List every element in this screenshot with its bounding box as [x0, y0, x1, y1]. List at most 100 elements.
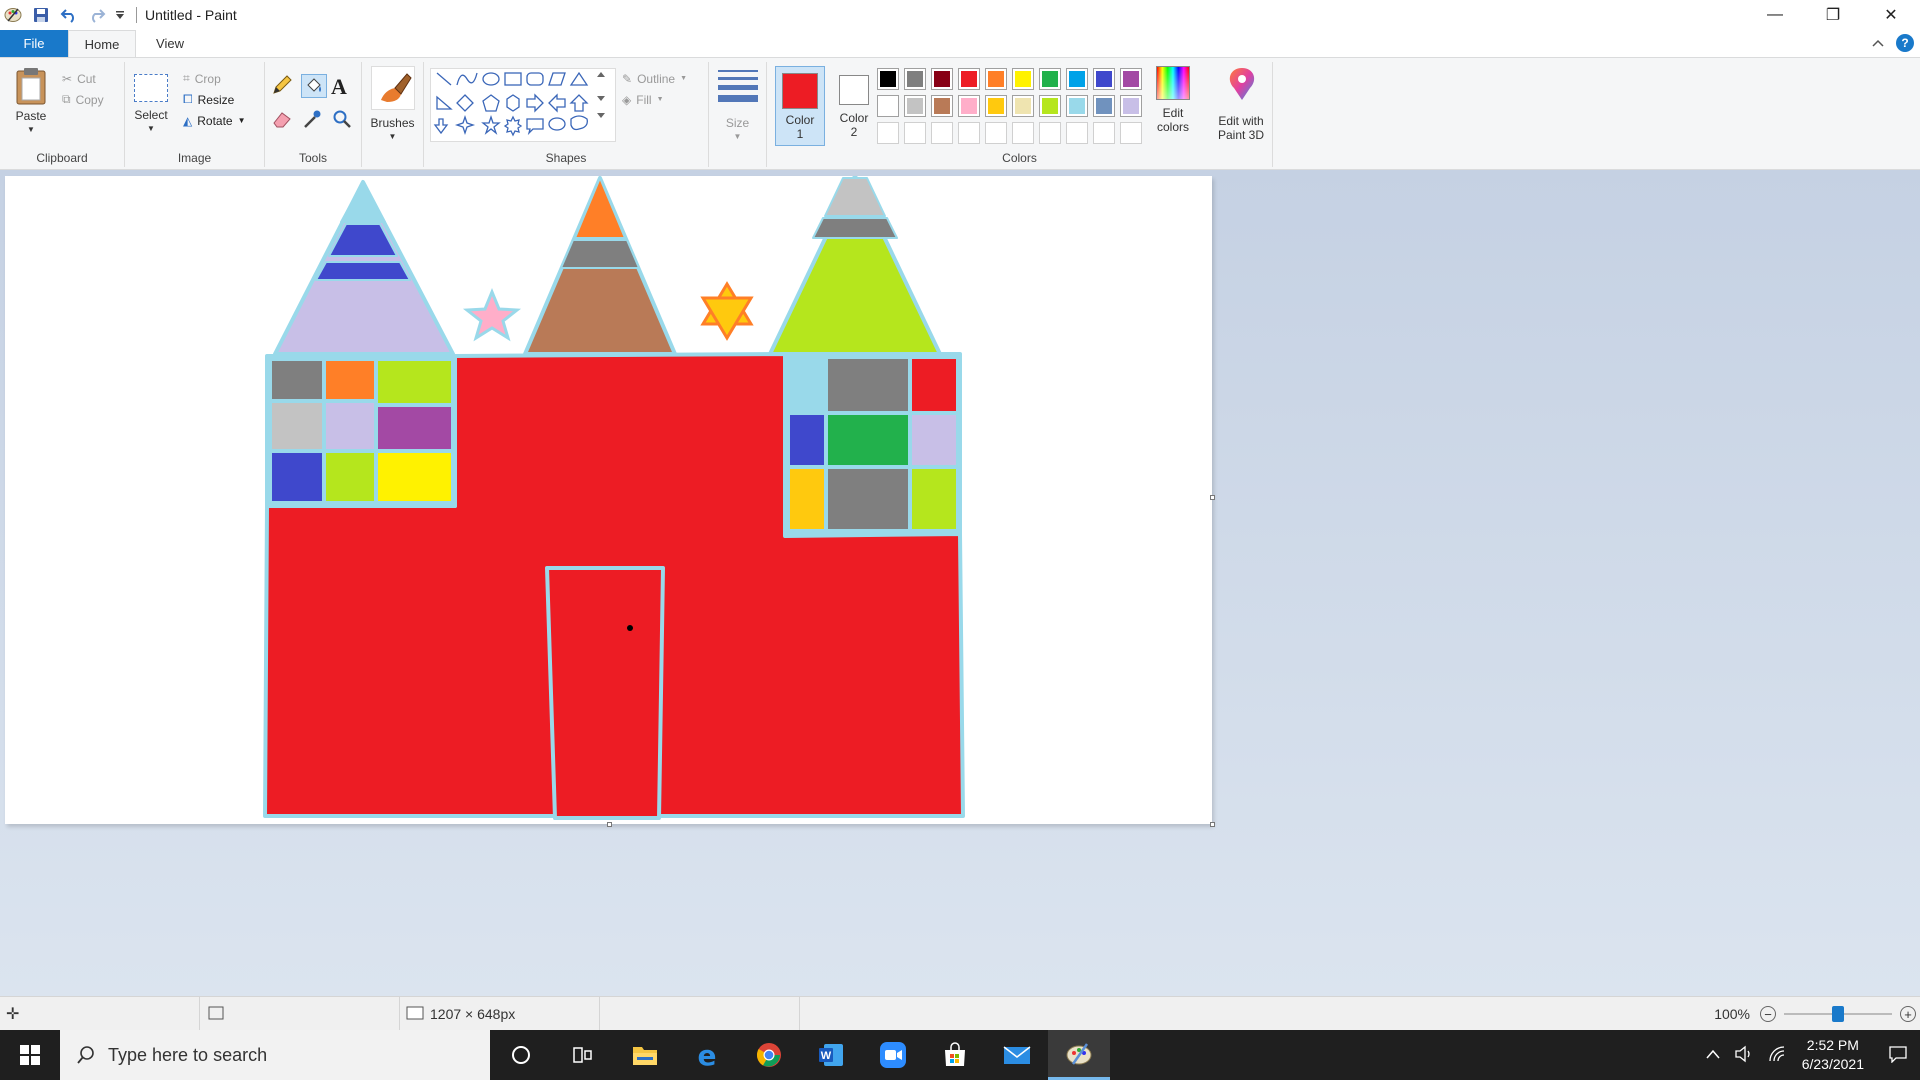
- word-icon[interactable]: W: [800, 1030, 862, 1080]
- shapes-gallery-icons[interactable]: [431, 69, 617, 143]
- palette-swatch[interactable]: [958, 68, 980, 90]
- taskbar-search-box[interactable]: Type here to search: [60, 1030, 490, 1080]
- palette-swatch[interactable]: [931, 68, 953, 90]
- ribbon: Paste ▼ ✂ Cut ⧉ Copy Clipboard Select ▼ …: [0, 57, 1920, 170]
- palette-swatch[interactable]: [1039, 122, 1061, 144]
- zoom-app-icon[interactable]: [862, 1030, 924, 1080]
- svg-text:W: W: [821, 1050, 832, 1062]
- volume-icon[interactable]: [1734, 1045, 1754, 1066]
- palette-swatch[interactable]: [1120, 95, 1142, 117]
- paste-dropdown-icon[interactable]: ▼: [8, 123, 54, 137]
- palette-swatch[interactable]: [958, 95, 980, 117]
- color-picker-icon[interactable]: [301, 108, 329, 133]
- fill-bucket-icon[interactable]: [301, 74, 327, 98]
- pencil-icon[interactable]: [271, 74, 299, 100]
- palette-swatch[interactable]: [1012, 68, 1034, 90]
- cut-button[interactable]: ✂ Cut: [62, 68, 104, 89]
- color2-button[interactable]: Color 2: [829, 66, 879, 146]
- collapse-ribbon-icon[interactable]: [1872, 36, 1884, 50]
- palette-swatch[interactable]: [877, 95, 899, 117]
- edit-with-paint3d-button[interactable]: Edit with Paint 3D: [1210, 62, 1273, 167]
- size-label: Size: [725, 116, 750, 130]
- clipboard-group-label: Clipboard: [36, 151, 88, 165]
- eraser-icon[interactable]: [271, 108, 299, 133]
- action-center-icon[interactable]: [1888, 1045, 1908, 1066]
- paint-taskbar-icon[interactable]: [1048, 1030, 1110, 1080]
- palette-swatch[interactable]: [1093, 68, 1115, 90]
- mail-icon[interactable]: [986, 1030, 1048, 1080]
- magnifier-icon[interactable]: [331, 108, 359, 133]
- palette-swatch[interactable]: [904, 68, 926, 90]
- palette-swatch[interactable]: [985, 95, 1007, 117]
- palette-swatch[interactable]: [1120, 68, 1142, 90]
- palette-swatch[interactable]: [931, 122, 953, 144]
- cortana-icon[interactable]: [490, 1030, 552, 1080]
- outline-button[interactable]: ✎ Outline ▼: [622, 68, 687, 89]
- palette-swatch[interactable]: [985, 122, 1007, 144]
- network-wifi-icon[interactable]: [1768, 1045, 1788, 1066]
- canvas-resize-handle-corner[interactable]: [1210, 822, 1215, 827]
- palette-swatch[interactable]: [1066, 95, 1088, 117]
- customize-qat-icon[interactable]: [114, 4, 126, 26]
- help-icon[interactable]: ?: [1896, 34, 1914, 52]
- palette-swatch[interactable]: [1039, 68, 1061, 90]
- crop-button[interactable]: ⌗ Crop: [183, 68, 246, 89]
- palette-swatch[interactable]: [1039, 95, 1061, 117]
- minimize-button[interactable]: —: [1746, 0, 1804, 30]
- zoom-in-button[interactable]: +: [1900, 1006, 1916, 1022]
- canvas-resize-handle-bottom[interactable]: [607, 822, 612, 827]
- palette-swatch[interactable]: [877, 122, 899, 144]
- copy-button[interactable]: ⧉ Copy: [62, 89, 104, 110]
- palette-swatch[interactable]: [931, 95, 953, 117]
- palette-swatch[interactable]: [904, 122, 926, 144]
- tab-home[interactable]: Home: [68, 30, 136, 57]
- restore-button[interactable]: ❐: [1804, 0, 1862, 30]
- edit-colors-button[interactable]: Edit colors: [1148, 66, 1198, 134]
- resize-icon: ⧠: [183, 92, 193, 106]
- zoom-slider[interactable]: [1784, 1006, 1892, 1022]
- rotate-button[interactable]: ◭ Rotate ▼: [183, 110, 246, 131]
- redo-icon[interactable]: [86, 4, 108, 26]
- zoom-slider-thumb[interactable]: [1832, 1006, 1844, 1022]
- tab-view[interactable]: View: [136, 30, 204, 57]
- resize-button[interactable]: ⧠ Resize: [183, 89, 246, 110]
- palette-swatch[interactable]: [1093, 122, 1115, 144]
- palette-swatch[interactable]: [904, 95, 926, 117]
- size-button[interactable]: Size ▼: [709, 62, 767, 167]
- show-hidden-icons-icon[interactable]: [1706, 1048, 1720, 1062]
- start-button[interactable]: [0, 1030, 60, 1080]
- paste-button[interactable]: Paste ▼: [8, 66, 54, 137]
- file-explorer-icon[interactable]: [614, 1030, 676, 1080]
- select-label: Select: [134, 108, 168, 122]
- save-icon[interactable]: [30, 4, 52, 26]
- brushes-button[interactable]: Brushes ▼: [362, 62, 424, 167]
- taskbar-clock[interactable]: 2:52 PM 6/23/2021: [1802, 1036, 1864, 1074]
- palette-swatch[interactable]: [1120, 122, 1142, 144]
- canvas-size-icon: [406, 1006, 424, 1023]
- drawing-canvas[interactable]: [5, 174, 1212, 824]
- text-tool-icon[interactable]: A: [331, 74, 359, 100]
- fill-button[interactable]: ◈ Fill ▼: [622, 89, 687, 110]
- palette-swatch[interactable]: [1066, 68, 1088, 90]
- palette-swatch[interactable]: [1066, 122, 1088, 144]
- zoom-out-button[interactable]: −: [1760, 1006, 1776, 1022]
- palette-swatch[interactable]: [877, 68, 899, 90]
- tab-file[interactable]: File: [0, 30, 68, 57]
- palette-swatch[interactable]: [958, 122, 980, 144]
- palette-swatch[interactable]: [1012, 95, 1034, 117]
- undo-icon[interactable]: [58, 4, 80, 26]
- chrome-icon[interactable]: [738, 1030, 800, 1080]
- palette-swatch[interactable]: [1012, 122, 1034, 144]
- task-view-icon[interactable]: [552, 1030, 614, 1080]
- select-dropdown-icon[interactable]: ▼: [131, 122, 171, 136]
- canvas-resize-handle-right[interactable]: [1210, 495, 1215, 500]
- palette-swatch[interactable]: [985, 68, 1007, 90]
- color1-button[interactable]: Color 1: [775, 66, 825, 146]
- shapes-gallery: [430, 68, 616, 142]
- close-button[interactable]: ✕: [1862, 0, 1920, 30]
- select-button[interactable]: Select ▼: [131, 74, 171, 136]
- palette-swatch[interactable]: [1093, 95, 1115, 117]
- microsoft-store-icon[interactable]: [924, 1030, 986, 1080]
- paint-app-icon[interactable]: [2, 4, 24, 26]
- edge-browser-icon[interactable]: e: [676, 1030, 738, 1080]
